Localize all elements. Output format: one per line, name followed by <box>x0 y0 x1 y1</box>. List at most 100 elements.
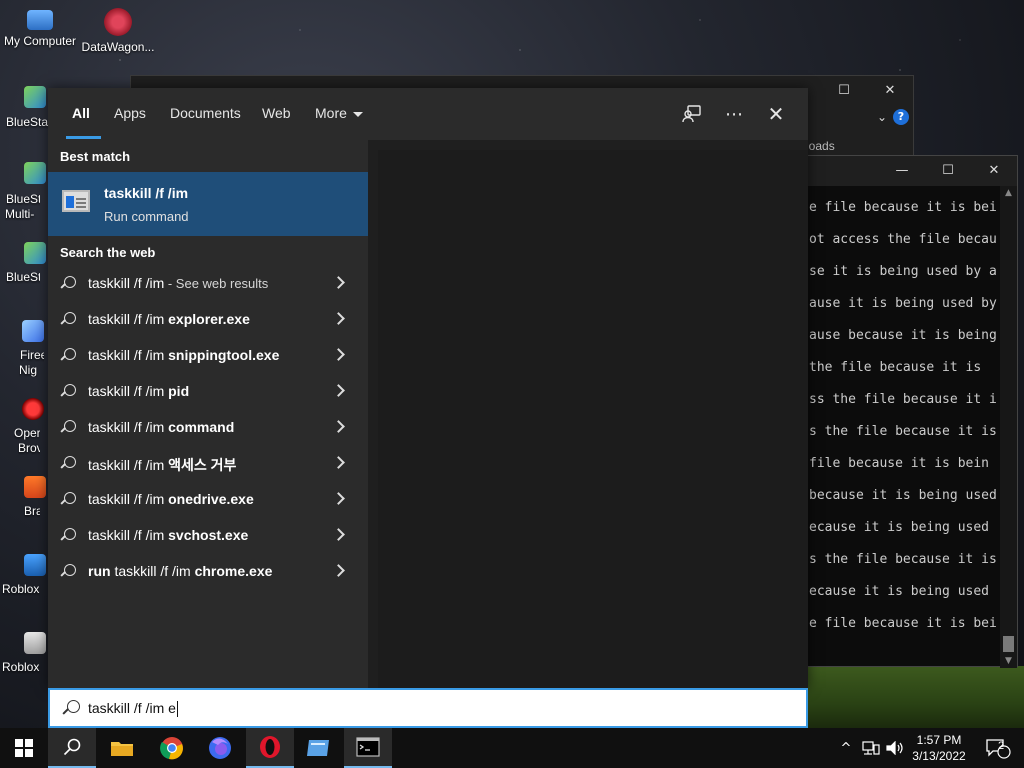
desktop-icon-my-computer[interactable]: My Computer <box>0 8 80 48</box>
scroll-down-icon[interactable]: ▼ <box>1000 656 1017 666</box>
bluestacks-multi-icon[interactable] <box>24 162 46 184</box>
best-match-item[interactable]: taskkill /f /im Run command <box>48 172 368 236</box>
web-result-item[interactable]: taskkill /f /im pid <box>48 374 368 410</box>
maximize-icon[interactable]: ☐ <box>821 76 867 104</box>
ribbon-controls: ⌄ ? <box>811 106 913 128</box>
web-result-item[interactable]: taskkill /f /im onedrive.exe <box>48 482 368 518</box>
desktop-icon-label: Multi- <box>5 207 35 221</box>
tab-apps[interactable]: Apps <box>114 105 146 121</box>
maximize-icon[interactable]: ☐ <box>925 156 971 184</box>
desktop-icon-datawagon[interactable]: DataWagon... <box>78 8 158 54</box>
search-box[interactable]: taskkill /f /im e <box>48 688 808 728</box>
chevron-right-icon[interactable] <box>332 564 345 577</box>
remote-app-taskbar-button[interactable] <box>294 728 342 768</box>
console-line: ot access the file becau <box>809 232 997 247</box>
network-icon[interactable] <box>860 728 882 768</box>
results-pane: Best match taskkill /f /im Run command S… <box>48 140 368 688</box>
web-result-item[interactable]: taskkill /f /im - See web results <box>48 266 368 302</box>
windows-logo-icon <box>15 739 33 757</box>
chrome-taskbar-button[interactable] <box>148 728 196 768</box>
chevron-right-icon[interactable] <box>332 276 345 289</box>
opera-browser-icon[interactable] <box>22 398 44 420</box>
clock-date: 3/13/2022 <box>912 749 966 763</box>
minimize-icon[interactable]: — <box>879 156 925 184</box>
close-icon[interactable]: ✕ <box>971 156 1017 184</box>
search-query: taskkill /f /im e <box>88 700 176 716</box>
search-taskbar-button[interactable] <box>48 728 96 768</box>
result-completion: command <box>168 419 235 435</box>
web-result-item[interactable]: taskkill /f /im svchost.exe <box>48 518 368 554</box>
search-tabs-bar: All Apps Documents Web More ⋯ ✕ <box>48 88 808 140</box>
tab-web[interactable]: Web <box>262 105 291 121</box>
feedback-icon[interactable] <box>680 102 704 126</box>
web-result-item[interactable]: run taskkill /f /im chrome.exe <box>48 554 368 590</box>
desktop-icon-label: Oper <box>14 426 40 440</box>
firefox-nightly-icon[interactable] <box>22 320 44 342</box>
close-icon[interactable]: ✕ <box>764 102 788 126</box>
result-query: taskkill /f /im <box>88 275 165 291</box>
desktop-icon-label: Roblox <box>2 660 40 674</box>
chevron-down-icon[interactable]: ⌄ <box>877 110 887 124</box>
search-icon <box>60 420 76 436</box>
chevron-right-icon[interactable] <box>332 420 345 433</box>
web-result-item[interactable]: taskkill /f /im 액세스 거부 <box>48 446 368 482</box>
more-options-icon[interactable]: ⋯ <box>722 102 746 126</box>
console-line: ecause it is being used <box>809 584 990 599</box>
volume-icon[interactable] <box>884 728 906 768</box>
close-icon[interactable]: ✕ <box>867 76 913 104</box>
chevron-right-icon[interactable] <box>332 492 345 505</box>
bluestacks-icon[interactable] <box>24 242 46 264</box>
window-app-icon <box>307 740 329 756</box>
desktop-icon-label: Nig <box>19 363 38 377</box>
web-result-label: taskkill /f /im snippingtool.exe <box>88 347 279 363</box>
show-hidden-icons[interactable]: ^ <box>836 728 856 768</box>
window-caption: — ☐ ✕ <box>807 156 1017 186</box>
roblox-studio-icon[interactable] <box>24 632 46 654</box>
run-command-icon <box>62 190 90 212</box>
command-prompt-taskbar-button[interactable] <box>344 728 392 768</box>
result-suffix: - See web results <box>164 276 269 291</box>
explorer-address-partial: loads <box>806 139 835 153</box>
start-button[interactable] <box>0 728 48 768</box>
roblox-icon[interactable] <box>24 554 46 576</box>
web-result-label: taskkill /f /im command <box>88 419 234 435</box>
bluestacks-icon[interactable] <box>24 86 46 108</box>
preview-pane <box>368 140 808 688</box>
search-icon <box>62 700 80 718</box>
desktop-icon-label: Bra <box>24 504 40 518</box>
chevron-right-icon[interactable] <box>332 348 345 361</box>
chevron-right-icon[interactable] <box>332 312 345 325</box>
tab-more[interactable]: More <box>315 105 363 121</box>
help-icon[interactable]: ? <box>893 109 909 125</box>
scroll-thumb[interactable] <box>1003 636 1014 652</box>
brave-icon[interactable] <box>24 476 46 498</box>
search-icon <box>60 384 76 400</box>
web-result-label: run taskkill /f /im chrome.exe <box>88 563 272 579</box>
chevron-right-icon[interactable] <box>332 456 345 469</box>
tab-documents[interactable]: Documents <box>170 105 241 121</box>
chevron-right-icon[interactable] <box>332 384 345 397</box>
caret-down-icon <box>352 111 363 117</box>
search-icon <box>60 456 76 472</box>
web-result-item[interactable]: taskkill /f /im snippingtool.exe <box>48 338 368 374</box>
result-completion: svchost.exe <box>168 527 249 543</box>
command-prompt-window[interactable]: — ☐ ✕ e file because it is bei ot access … <box>806 155 1018 668</box>
firefox-taskbar-button[interactable] <box>196 728 244 768</box>
clock[interactable]: 1:57 PM 3/13/2022 <box>906 732 972 764</box>
search-input[interactable]: taskkill /f /im e <box>88 700 178 718</box>
scroll-up-icon[interactable]: ▲ <box>1000 188 1017 198</box>
result-query: taskkill /f /im <box>88 311 169 327</box>
web-result-item[interactable]: taskkill /f /im command <box>48 410 368 446</box>
web-result-item[interactable]: taskkill /f /im explorer.exe <box>48 302 368 338</box>
computer-icon <box>27 10 53 30</box>
search-panel: All Apps Documents Web More ⋯ ✕ Best mat… <box>48 88 808 688</box>
file-explorer-taskbar-button[interactable] <box>98 728 146 768</box>
search-icon <box>60 528 76 544</box>
tab-more-label: More <box>315 105 347 121</box>
action-center-button[interactable]: 2 <box>978 728 1018 768</box>
result-completion: snippingtool.exe <box>168 347 280 363</box>
opera-taskbar-button[interactable] <box>246 728 294 768</box>
console-scrollbar[interactable]: ▲ ▼ <box>1000 186 1017 668</box>
chevron-right-icon[interactable] <box>332 528 345 541</box>
tab-all[interactable]: All <box>72 105 90 121</box>
